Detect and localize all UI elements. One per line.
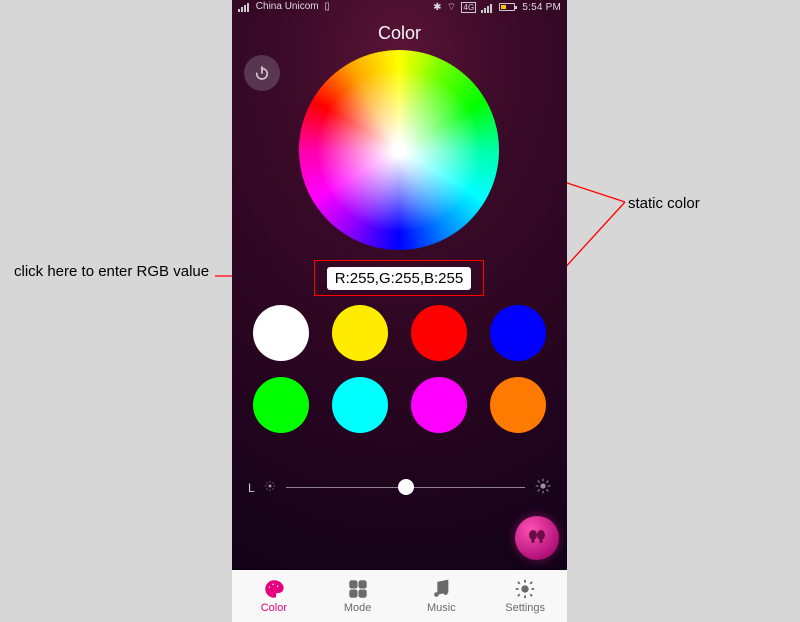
- annotation-rgb-hint: click here to enter RGB value: [14, 263, 224, 280]
- page-title: Color: [232, 23, 567, 44]
- swatch-green[interactable]: [253, 377, 309, 433]
- tab-label: Music: [427, 602, 456, 614]
- swatch-orange[interactable]: [490, 377, 546, 433]
- gear-icon: [514, 578, 536, 600]
- rgb-input-highlight: R:255,G:255,B:255: [314, 260, 484, 296]
- network-badge: 4G: [461, 2, 476, 13]
- palette-icon: [263, 578, 285, 600]
- tab-music[interactable]: Music: [400, 570, 484, 622]
- color-wheel[interactable]: [299, 50, 499, 250]
- wifi-icon: ⌔: [447, 2, 457, 13]
- group-button[interactable]: [515, 516, 559, 560]
- color-wheel-cursor[interactable]: [392, 143, 406, 157]
- grid-icon: [347, 578, 369, 600]
- bluetooth-icon: ✱: [433, 2, 442, 13]
- phone-screen: China Unicom ▯ ✱ ⌔ 4G 5:54 PM Color R:25…: [232, 0, 567, 622]
- signal-icon: [238, 1, 250, 12]
- brightness-slider[interactable]: [286, 487, 525, 488]
- tab-label: Color: [261, 602, 287, 614]
- bulb-group-icon: [525, 526, 549, 550]
- brightness-slider-row: L: [248, 478, 551, 497]
- swatch-red[interactable]: [411, 305, 467, 361]
- tab-settings[interactable]: Settings: [483, 570, 567, 622]
- swatch-cyan[interactable]: [332, 377, 388, 433]
- status-bar: China Unicom ▯ ✱ ⌔ 4G 5:54 PM: [232, 0, 567, 15]
- music-icon: [430, 578, 452, 600]
- tab-bar: Color Mode Music Settings: [232, 570, 567, 622]
- carrier-label: China Unicom: [256, 1, 319, 12]
- tab-color[interactable]: Color: [232, 570, 316, 622]
- swatch-blue[interactable]: [490, 305, 546, 361]
- swatch-white[interactable]: [253, 305, 309, 361]
- battery-icon: [499, 3, 515, 11]
- brightness-thumb[interactable]: [398, 479, 414, 495]
- sim-icon: ▯: [324, 1, 330, 12]
- brightness-high-icon: [535, 478, 551, 497]
- swatch-yellow[interactable]: [332, 305, 388, 361]
- power-button[interactable]: [244, 55, 280, 91]
- clock: 5:54 PM: [522, 2, 561, 13]
- rgb-input[interactable]: R:255,G:255,B:255: [327, 267, 471, 290]
- tab-label: Mode: [344, 602, 372, 614]
- cell-icon: [481, 2, 493, 13]
- tab-label: Settings: [505, 602, 545, 614]
- annotation-static-color: static color: [628, 195, 768, 212]
- swatch-magenta[interactable]: [411, 377, 467, 433]
- brightness-low-icon: [264, 480, 276, 495]
- preset-swatches: [252, 305, 547, 433]
- power-icon: [253, 64, 271, 82]
- tab-mode[interactable]: Mode: [316, 570, 400, 622]
- brightness-label: L: [248, 481, 264, 495]
